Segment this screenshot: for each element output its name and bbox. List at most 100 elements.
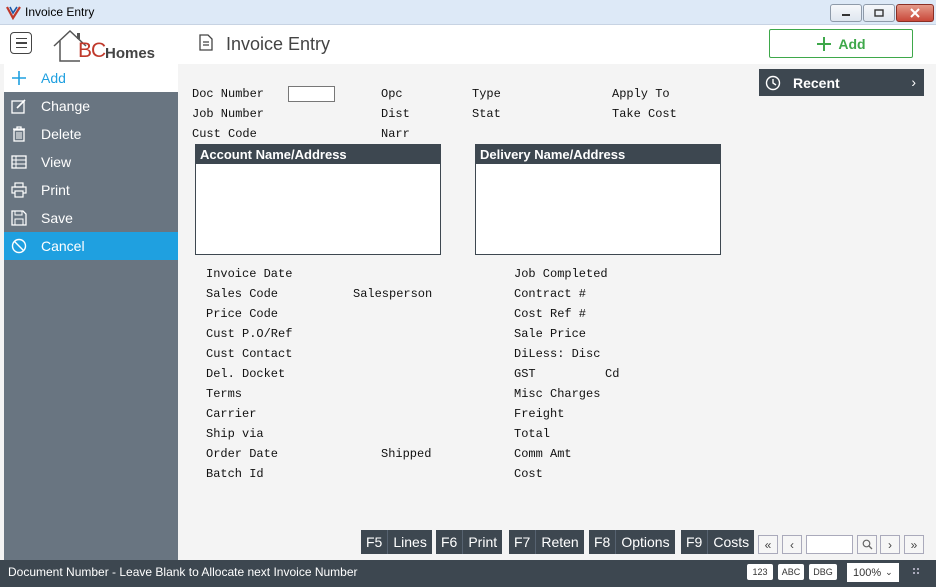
document-icon xyxy=(199,34,213,51)
freight-label: Freight xyxy=(514,407,565,421)
job-number-label: Job Number xyxy=(192,107,265,121)
fkey-key: F6 xyxy=(436,530,464,554)
sidebar-item-label: View xyxy=(41,154,72,170)
sidebar-item-label: Save xyxy=(41,210,73,226)
fkey-label: Options xyxy=(621,534,670,550)
f7-reten-button[interactable]: F7 Reten xyxy=(509,530,584,554)
cust-contact-label: Cust Contact xyxy=(206,347,293,361)
total-label: Total xyxy=(514,427,551,441)
debug-badge[interactable]: DBG xyxy=(809,564,837,580)
fkey-label: Lines xyxy=(393,534,427,550)
dist-label: Dist xyxy=(381,107,410,121)
cost-ref-label: Cost Ref # xyxy=(514,307,587,321)
delivery-address-heading: Delivery Name/Address xyxy=(476,145,720,164)
cd-label: Cd xyxy=(605,367,620,381)
chevron-right-icon: › xyxy=(888,537,892,552)
app-header: BC Homes Invoice Entry Add xyxy=(0,25,936,64)
previous-record-button[interactable]: ‹ xyxy=(782,535,802,554)
company-logo: BC Homes xyxy=(48,25,168,63)
plus-icon xyxy=(817,36,832,51)
trash-icon xyxy=(13,126,25,142)
recent-panel-button[interactable]: Recent › xyxy=(759,69,924,96)
status-message: Document Number - Leave Blank to Allocat… xyxy=(8,565,358,579)
stat-label: Stat xyxy=(472,107,501,121)
window-title: Invoice Entry xyxy=(25,5,95,19)
doc-number-input[interactable] xyxy=(288,86,335,102)
ship-via-label: Ship via xyxy=(206,427,264,441)
chevron-down-icon: ⌄ xyxy=(885,567,893,577)
sidebar-item-label: Change xyxy=(41,98,91,114)
price-code-label: Price Code xyxy=(206,307,279,321)
cust-po-label: Cust P.O/Ref xyxy=(206,327,293,341)
sidebar: Add Change Delete View Print Save Cancel xyxy=(4,64,178,560)
plus-icon xyxy=(12,71,26,85)
f9-costs-button[interactable]: F9 Costs xyxy=(681,530,755,554)
chevron-right-icon: › xyxy=(911,74,916,90)
diless-disc-label: DiLess: Disc xyxy=(514,347,601,361)
edit-icon xyxy=(11,99,26,114)
sidebar-item-add[interactable]: Add xyxy=(4,64,178,92)
delivery-address-panel: Delivery Name/Address xyxy=(475,144,721,255)
first-record-button[interactable]: « xyxy=(758,535,778,554)
search-record-button[interactable] xyxy=(857,535,877,554)
minimize-button[interactable] xyxy=(830,4,862,22)
text-mode-badge[interactable]: ABC xyxy=(778,564,804,580)
add-button[interactable]: Add xyxy=(769,29,913,58)
sidebar-item-view[interactable]: View xyxy=(4,148,178,176)
next-record-button[interactable]: › xyxy=(880,535,900,554)
table-icon xyxy=(11,155,27,169)
close-button[interactable] xyxy=(896,4,934,22)
f8-options-button[interactable]: F8 Options xyxy=(589,530,675,554)
printer-icon xyxy=(11,182,27,198)
fkey-key: F9 xyxy=(681,530,709,554)
invoice-date-label: Invoice Date xyxy=(206,267,293,281)
sidebar-item-label: Cancel xyxy=(41,238,85,254)
logo-bc-text: BC xyxy=(78,39,106,62)
search-icon xyxy=(862,539,872,550)
numeric-mode-badge[interactable]: 123 xyxy=(747,564,773,580)
terms-label: Terms xyxy=(206,387,243,401)
resize-grip-icon[interactable] xyxy=(912,567,922,577)
fkey-key: F5 xyxy=(361,530,389,554)
doc-number-label: Doc Number xyxy=(192,87,265,101)
logo-homes-text: Homes xyxy=(105,45,156,62)
sidebar-item-delete[interactable]: Delete xyxy=(4,120,178,148)
fkey-key: F7 xyxy=(509,530,537,554)
apply-to-label: Apply To xyxy=(612,87,670,101)
save-icon xyxy=(11,210,27,226)
double-chevron-left-icon: « xyxy=(764,537,772,552)
f5-lines-button[interactable]: F5 Lines xyxy=(361,530,432,554)
cancel-icon xyxy=(11,238,27,254)
sidebar-item-change[interactable]: Change xyxy=(4,92,178,120)
comm-amt-label: Comm Amt xyxy=(514,447,572,461)
double-chevron-right-icon: » xyxy=(910,537,918,552)
contract-number-label: Contract # xyxy=(514,287,587,301)
hamburger-menu-button[interactable] xyxy=(10,32,32,54)
delivery-address-textarea[interactable] xyxy=(476,164,720,254)
fkey-key: F8 xyxy=(589,530,617,554)
narr-label: Narr xyxy=(381,127,410,141)
batch-id-label: Batch Id xyxy=(206,467,264,481)
cust-code-label: Cust Code xyxy=(192,127,257,141)
add-button-label: Add xyxy=(838,35,866,52)
cost-label: Cost xyxy=(514,467,543,481)
clock-icon xyxy=(765,75,781,90)
sidebar-item-label: Add xyxy=(41,70,66,86)
minimize-icon xyxy=(842,14,850,16)
sidebar-item-print[interactable]: Print xyxy=(4,176,178,204)
title-bar: Invoice Entry xyxy=(0,0,936,25)
order-date-label: Order Date xyxy=(206,447,279,461)
zoom-value: 100% xyxy=(853,566,882,579)
account-address-textarea[interactable] xyxy=(196,164,440,254)
maximize-icon xyxy=(874,9,884,17)
last-record-button[interactable]: » xyxy=(904,535,924,554)
zoom-select[interactable]: 100% ⌄ xyxy=(847,563,899,582)
fkey-label: Reten xyxy=(541,534,579,550)
sidebar-item-label: Delete xyxy=(41,126,82,142)
maximize-button[interactable] xyxy=(863,4,895,22)
f6-print-button[interactable]: F6 Print xyxy=(436,530,503,554)
sidebar-item-save[interactable]: Save xyxy=(4,204,178,232)
record-number-input[interactable] xyxy=(806,535,853,554)
app-icon xyxy=(6,6,21,20)
sidebar-item-cancel[interactable]: Cancel xyxy=(4,232,178,260)
